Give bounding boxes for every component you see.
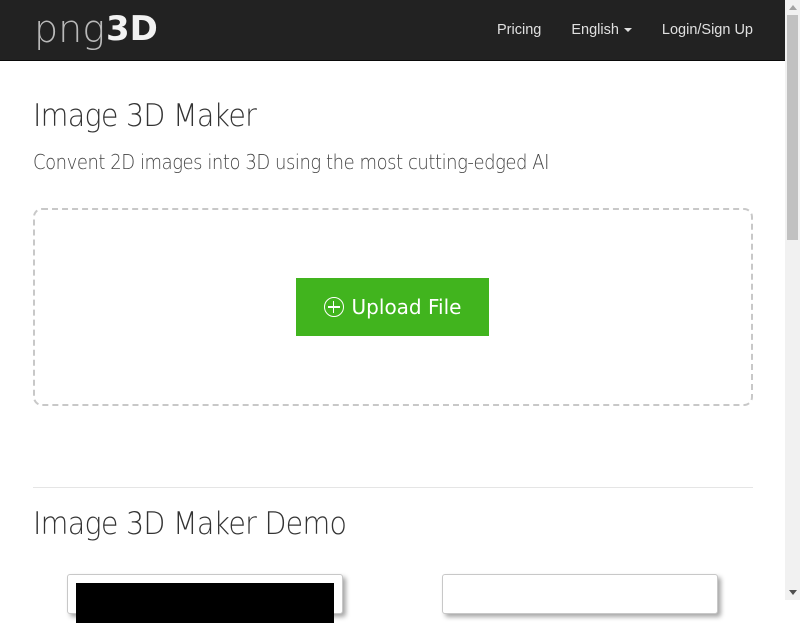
language-dropdown[interactable]: English [571,22,632,38]
nav-links: Pricing English Login/Sign Up [467,0,753,60]
nav-link-login-label: Login/Sign Up [661,22,753,38]
demo-section-title: Image 3D Maker Demo [33,506,347,542]
nav-link-login-signup[interactable]: Login/Sign Up [662,22,753,38]
logo-text-3d: 3D [106,9,158,49]
demo-input-image [76,583,334,623]
scroll-down-arrow-icon[interactable] [789,590,797,595]
plus-circle-icon [323,297,344,317]
page-title: Image 3D Maker [33,98,257,134]
upload-file-label: Upload File [351,295,462,319]
scrollbar-thumb[interactable] [787,15,798,240]
section-divider [33,487,753,488]
vertical-scrollbar[interactable] [785,0,800,600]
logo[interactable]: png 3D [34,6,158,52]
upload-file-button[interactable]: Upload File [296,278,489,336]
nav-link-pricing-label: Pricing [497,22,542,38]
caret-down-icon [623,28,632,32]
nav-link-pricing[interactable]: Pricing [497,22,541,38]
page-subtitle: Convent 2D images into 3D using the most… [33,150,550,174]
top-navbar: png 3D Pricing English Login/Sign Up [0,0,785,61]
demo-input-image-card [67,574,343,623]
scroll-up-arrow-icon[interactable] [789,5,797,10]
demo-output-image-card [442,574,718,614]
logo-text-png: png [34,7,106,51]
language-dropdown-label: English [571,22,619,38]
